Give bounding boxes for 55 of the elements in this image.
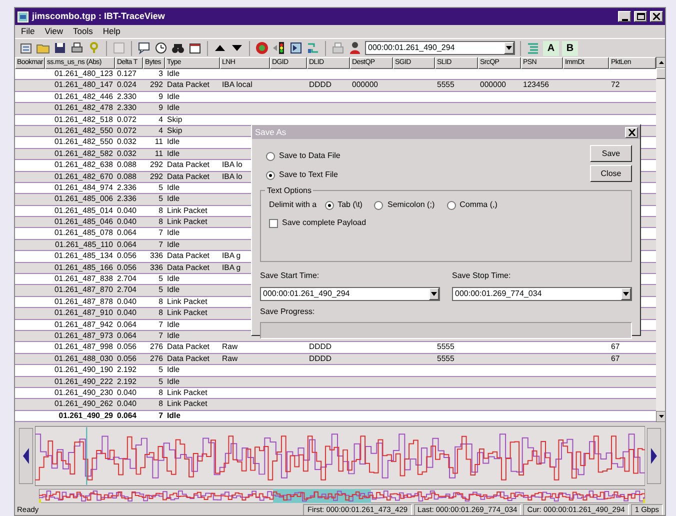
payload-checkbox[interactable]: Save complete Payload — [269, 217, 623, 229]
field-label: Save Start Time: — [260, 270, 320, 282]
delimit-label: Delimit with a — [269, 199, 317, 211]
radio-option[interactable]: Comma (,) — [446, 199, 498, 211]
window-title: jimscombo.tgp : IBT-TraceView — [32, 10, 166, 23]
close-icon — [628, 128, 636, 136]
scroll-down-icon[interactable] — [656, 411, 665, 422]
scroll-right-icon[interactable] — [647, 428, 661, 484]
menu-item[interactable]: Help — [100, 25, 122, 38]
group-title: Text Options — [265, 185, 314, 197]
dialog-button[interactable]: Save — [590, 145, 632, 162]
swap-icon[interactable] — [306, 41, 320, 55]
radio-option[interactable]: Semicolon (;) — [374, 199, 435, 211]
print-icon[interactable] — [70, 41, 84, 55]
radio-option[interactable]: Save to Text File — [266, 169, 340, 181]
maximize-icon — [636, 13, 644, 20]
close-icon — [653, 13, 660, 20]
scrollbar[interactable] — [656, 57, 665, 422]
traffic-light-icon[interactable] — [272, 41, 286, 55]
dropdown-icon — [506, 46, 512, 50]
close-button[interactable] — [625, 126, 638, 138]
comment-icon[interactable] — [137, 41, 151, 55]
maximize-button[interactable] — [634, 11, 647, 22]
dialog-title: Save As — [255, 126, 286, 138]
person-icon[interactable] — [348, 41, 362, 55]
radio-option[interactable]: Tab (\t) — [324, 199, 362, 211]
radio-option[interactable]: Save to Data File — [266, 150, 340, 162]
binoculars-icon[interactable] — [171, 41, 185, 55]
window-icon[interactable] — [188, 41, 202, 55]
filter-icon[interactable] — [289, 41, 303, 55]
marker-button[interactable]: A — [543, 40, 559, 56]
minimize-icon — [622, 18, 628, 20]
save-icon[interactable] — [53, 41, 67, 55]
boundary-marker — [643, 499, 645, 504]
properties-icon[interactable] — [19, 41, 33, 55]
menu-item[interactable]: File — [19, 25, 37, 38]
menu-item[interactable]: View — [42, 25, 65, 38]
close-button[interactable] — [650, 11, 663, 22]
time-field[interactable]: 000:00:01.261_490_294 — [260, 287, 440, 301]
stop-icon[interactable] — [255, 41, 269, 55]
field-label: Save Stop Time: — [452, 270, 512, 282]
scroll-left-icon[interactable] — [19, 428, 33, 484]
scroll-up-icon[interactable] — [656, 57, 665, 68]
app-icon — [17, 10, 29, 22]
cursor-line — [86, 426, 88, 486]
field-label: Save Progress: — [259, 306, 316, 318]
menu-item[interactable]: Tools — [70, 25, 95, 38]
minimize-button[interactable] — [618, 11, 631, 22]
clock-icon[interactable] — [154, 41, 168, 55]
time-field[interactable]: 000:00:01.261_490_294 — [365, 41, 515, 55]
time-field[interactable]: 000:00:01.269_774_034 — [452, 287, 632, 301]
marker-button[interactable]: B — [562, 40, 578, 56]
boundary-marker — [39, 499, 41, 504]
scroll-thumb[interactable] — [656, 68, 665, 79]
dialog-button[interactable]: Close — [590, 165, 632, 182]
